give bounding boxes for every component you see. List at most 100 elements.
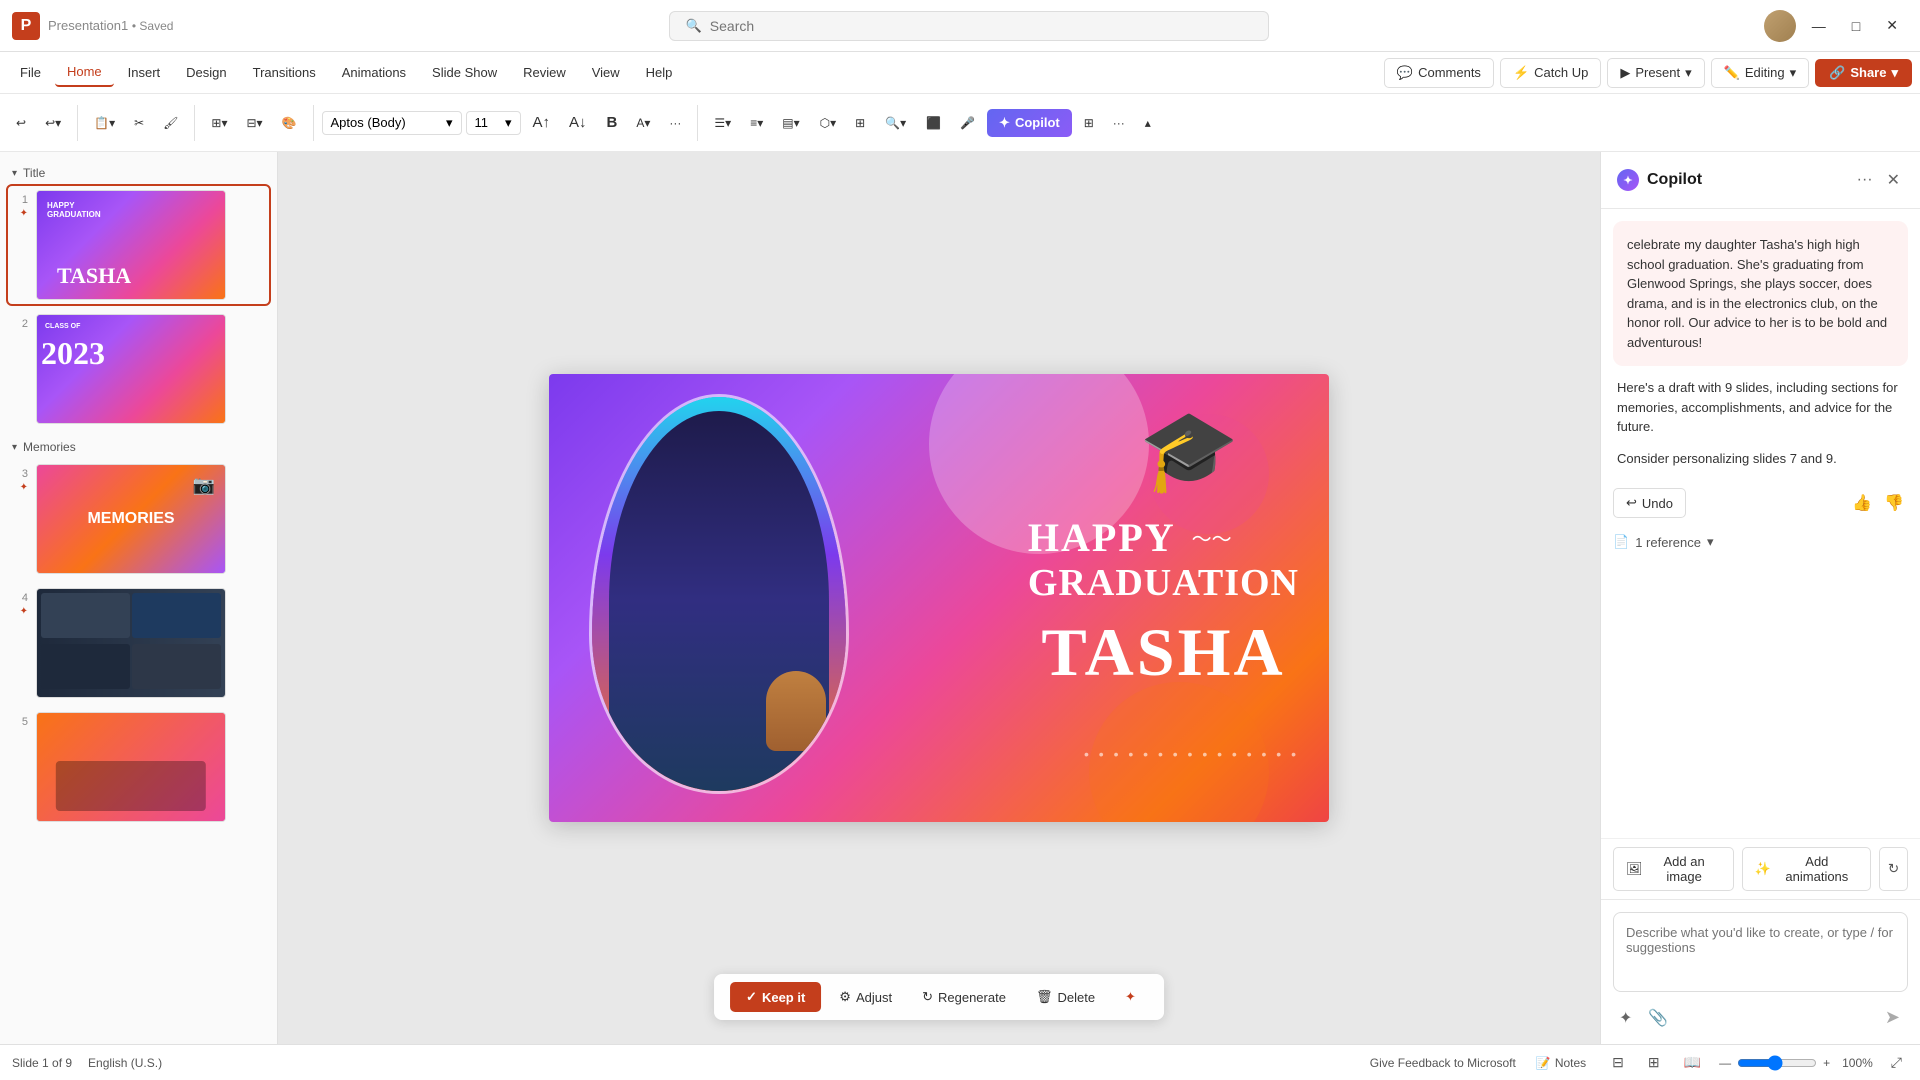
copilot-attach-button[interactable]: 📎 (1642, 1004, 1674, 1032)
section-title[interactable]: ▾ Title (8, 160, 269, 186)
find-button[interactable]: 🔍▾ (877, 111, 914, 135)
minimize-button[interactable]: — (1802, 12, 1836, 40)
close-button[interactable]: ✕ (1876, 11, 1908, 40)
comments-button[interactable]: 💬 Comments (1384, 58, 1494, 88)
decrease-font-button[interactable]: A↓ (561, 109, 595, 136)
undo-button[interactable]: ↩ (8, 111, 34, 135)
adjust-button[interactable]: ⚙ Adjust (827, 982, 904, 1012)
grid-view-button[interactable]: ⊞ (1076, 111, 1102, 135)
copilot-small-icon: ✦ (1125, 989, 1136, 1005)
copilot-close-button[interactable]: ✕ (1883, 166, 1904, 194)
statusbar: Slide 1 of 9 English (U.S.) Give Feedbac… (0, 1044, 1920, 1080)
regenerate-button[interactable]: ↻ Regenerate (910, 982, 1018, 1012)
menu-review[interactable]: Review (511, 59, 578, 86)
share-button[interactable]: 🔗 Share ▾ (1815, 59, 1912, 87)
format-painter[interactable]: 🖌 (155, 111, 186, 135)
redo-button[interactable]: ↩▾ (37, 111, 69, 135)
notes-icon: 📝 (1536, 1056, 1551, 1070)
zoom-control: — + (1719, 1055, 1830, 1071)
menu-slideshow[interactable]: Slide Show (420, 59, 509, 86)
ribbon-sep-1 (77, 105, 78, 141)
more-ribbon-button[interactable]: ··· (1105, 111, 1133, 135)
menu-transitions[interactable]: Transitions (241, 59, 328, 86)
menu-home[interactable]: Home (55, 58, 114, 87)
copilot-content: celebrate my daughter Tasha's high high … (1601, 209, 1920, 838)
notes-button[interactable]: 📝 Notes (1528, 1052, 1594, 1074)
ribbon-font-size-group: A↑ A↓ (525, 109, 595, 136)
titlebar-right: — □ ✕ (1764, 10, 1908, 42)
shapes-button[interactable]: ⬡▾ (812, 111, 845, 135)
search-bar[interactable]: 🔍 (669, 11, 1269, 41)
menu-view[interactable]: View (580, 59, 632, 86)
section-memories[interactable]: ▾ Memories (8, 434, 269, 460)
thumbs-up-button[interactable]: 👍 (1848, 489, 1876, 517)
replace-button[interactable]: ⬛ (918, 111, 949, 135)
new-slide-button[interactable]: ⊞▾ (203, 111, 235, 135)
editing-icon: ✏️ (1724, 65, 1740, 81)
slide-num-2: 2 (12, 314, 28, 330)
slide-background: 🎓 HAPPY 〜〜 GRADUATION TASHA • • • • • • … (549, 374, 1329, 822)
arrange-button[interactable]: ⊞ (847, 111, 873, 135)
copilot-input-field[interactable] (1613, 912, 1908, 992)
present-button[interactable]: ▶ Present ▾ (1607, 58, 1704, 88)
slide-thumb-2[interactable]: 2 CLASS OF 2023 (8, 310, 269, 428)
font-selector[interactable]: Aptos (Body) ▾ (322, 111, 462, 135)
menu-design[interactable]: Design (174, 59, 238, 86)
graduation-cap: 🎓 (1139, 404, 1239, 498)
menu-file[interactable]: File (8, 59, 53, 86)
copilot-more-button[interactable]: ··· (1853, 167, 1877, 193)
editing-dropdown-icon: ▾ (1790, 65, 1797, 81)
share-dropdown-icon: ▾ (1891, 65, 1898, 81)
add-image-button[interactable]: 🖼 Add an image (1613, 847, 1734, 891)
fit-slide-button[interactable]: ⤢ (1885, 1051, 1908, 1074)
copilot-action-button[interactable]: ✦ (1113, 982, 1148, 1012)
zoom-slider[interactable] (1737, 1055, 1817, 1071)
catchup-icon: ⚡ (1513, 65, 1529, 81)
undo-button-copilot[interactable]: ↩ Undo (1613, 488, 1686, 518)
paste-button[interactable]: 📋▾ (86, 111, 123, 135)
copilot-send-button[interactable]: ➤ (1877, 1003, 1908, 1032)
refresh-button[interactable]: ↻ (1879, 847, 1908, 891)
font-size-dropdown-icon: ▾ (505, 115, 512, 131)
ribbon-collapse-button[interactable]: ▴ (1137, 111, 1159, 135)
vote-buttons: 👍 👎 (1848, 489, 1908, 517)
slide-thumb-4[interactable]: 4 ✦ (8, 584, 269, 702)
slide-sorter-button[interactable]: ⊞ (1642, 1051, 1666, 1074)
slide-thumb-5[interactable]: 5 (8, 708, 269, 826)
slide-thumb-1[interactable]: 1 ✦ TASHA HAPPYGRADUATION (8, 186, 269, 304)
menu-insert[interactable]: Insert (116, 59, 173, 86)
feedback-link[interactable]: Give Feedback to Microsoft (1370, 1056, 1516, 1070)
cut-button[interactable]: ✂ (126, 111, 152, 135)
reference-bar[interactable]: 📄 1 reference ▾ (1613, 530, 1908, 554)
delete-button[interactable]: 🗑 Delete (1024, 982, 1107, 1012)
maximize-button[interactable]: □ (1842, 12, 1870, 40)
regenerate-icon: ↻ (922, 989, 933, 1005)
catch-up-button[interactable]: ⚡ Catch Up (1500, 58, 1601, 88)
more-button[interactable]: ··· (661, 111, 689, 135)
menu-animations[interactable]: Animations (330, 59, 418, 86)
mic-button[interactable]: 🎤 (952, 111, 983, 135)
copilot-ribbon-button[interactable]: ✦ Copilot (987, 109, 1072, 137)
reference-icon: 📄 (1613, 534, 1629, 550)
normal-view-button[interactable]: ⊟ (1606, 1051, 1630, 1074)
copilot-sparkle-button[interactable]: ✦ (1613, 1004, 1638, 1032)
design-button[interactable]: 🎨 (274, 111, 305, 135)
add-animations-button[interactable]: ✨ Add animations (1742, 847, 1871, 891)
bold-button[interactable]: B (599, 109, 626, 136)
thumbs-down-button[interactable]: 👎 (1880, 489, 1908, 517)
font-size-selector[interactable]: 11 ▾ (466, 111, 521, 135)
keep-it-button[interactable]: ✓ Keep it (730, 982, 821, 1012)
layout-button[interactable]: ⊟▾ (238, 111, 270, 135)
ribbon-extra-group: ⬛ 🎤 (918, 111, 983, 135)
slide-thumb-3[interactable]: 3 ✦ MEMORIES 📷 (8, 460, 269, 578)
align-button[interactable]: ▤▾ (774, 111, 807, 135)
editing-button[interactable]: ✏️ Editing ▾ (1711, 58, 1809, 88)
reading-view-button[interactable]: 📖 (1678, 1051, 1707, 1074)
bullet-list-button[interactable]: ☰▾ (706, 111, 739, 135)
color-button[interactable]: A▾ (628, 111, 658, 135)
increase-font-button[interactable]: A↑ (525, 109, 559, 136)
user-message-bubble: celebrate my daughter Tasha's high high … (1613, 221, 1908, 366)
menu-help[interactable]: Help (634, 59, 685, 86)
search-input[interactable] (710, 18, 1252, 34)
numbered-list-button[interactable]: ≡▾ (742, 111, 771, 135)
